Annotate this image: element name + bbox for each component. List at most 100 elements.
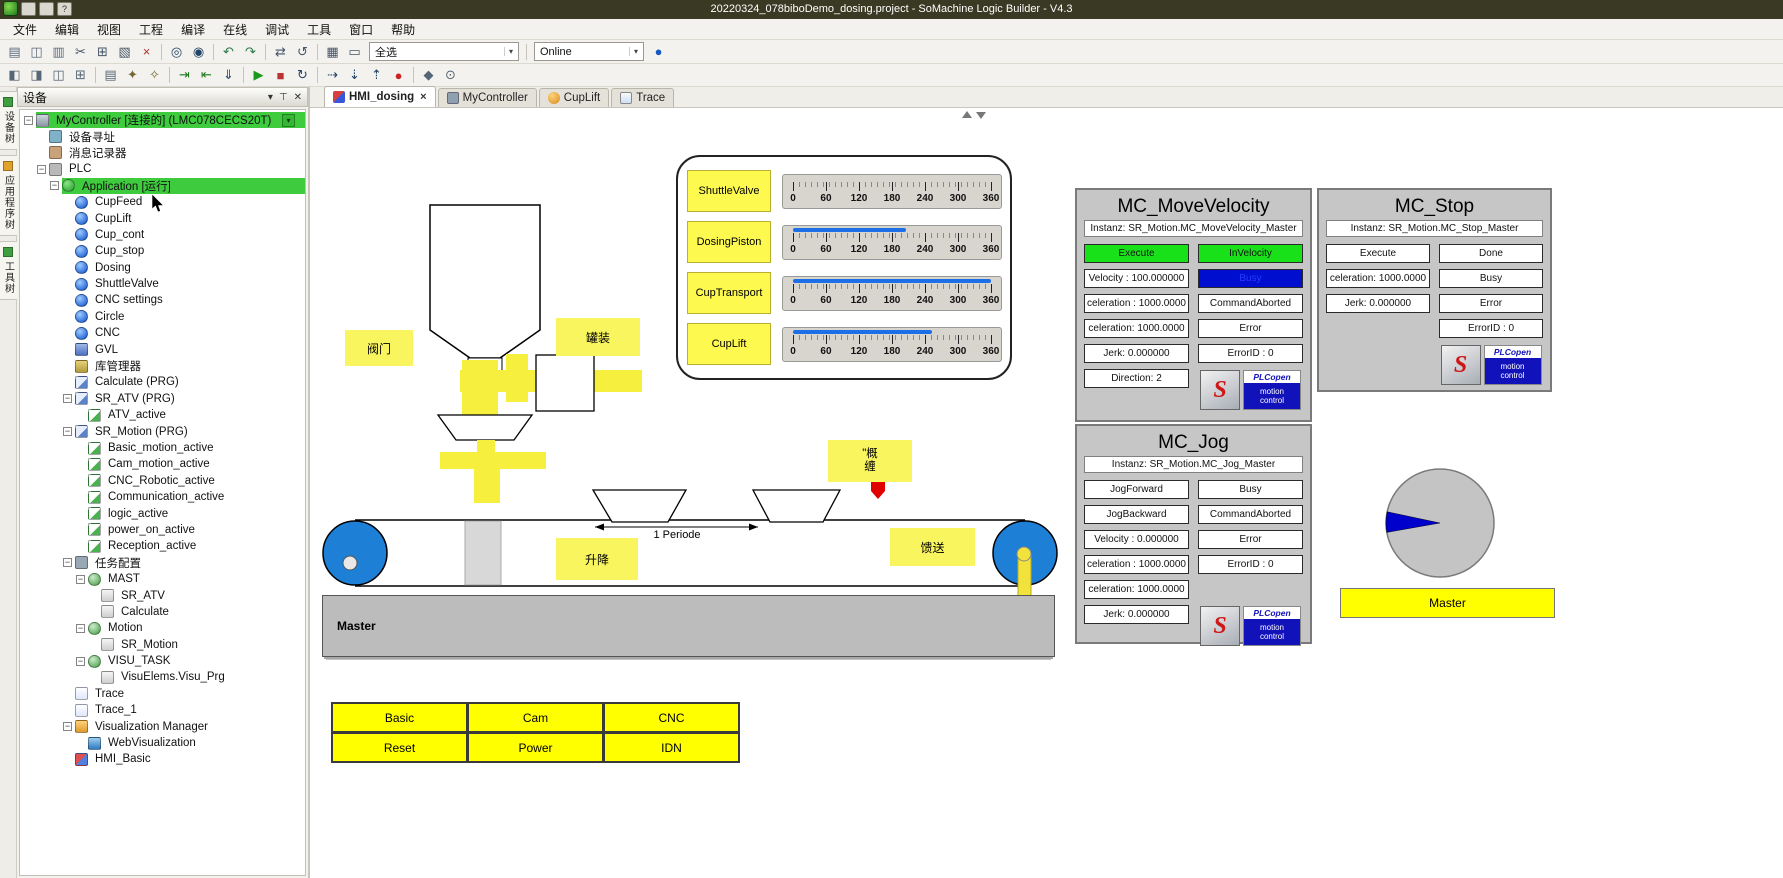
tree-row[interactable]: SR_Motion [20,637,305,653]
messages-icon[interactable]: ▤ [100,65,121,85]
fb-cell[interactable]: Busy [1198,269,1303,288]
tree-node[interactable]: ATV_active [88,407,305,423]
tree-row[interactable]: CNC_Robotic_active [20,473,305,489]
menu-item[interactable]: 帮助 [382,19,424,40]
side-tab-应用程序树[interactable]: 应用程序树 [0,155,18,236]
build-icon[interactable]: ✦ [122,65,143,85]
tree-node[interactable]: 任务配置 [75,555,305,571]
fb-cell[interactable]: JogForward [1084,480,1189,499]
tree-node[interactable]: SR_Motion [101,637,305,653]
tree-row[interactable]: Cup_cont [20,227,305,243]
tree-node[interactable]: CupFeed [75,194,305,210]
titlebar-save-icon[interactable] [21,2,36,16]
compare-icon[interactable]: ⇄ [270,42,291,62]
tab-close-icon[interactable]: × [420,91,426,103]
fb-cell[interactable]: Done [1439,244,1543,263]
slider-label-button[interactable]: DosingPiston [687,221,771,263]
tree-expander-icon[interactable]: − [76,575,85,584]
tree-expander-icon[interactable]: − [63,394,72,403]
tree-node[interactable]: Calculate [101,604,305,620]
tree-node[interactable]: PLC [49,161,305,177]
online-status-icon[interactable]: ● [648,42,669,62]
idn-button[interactable]: IDN [603,732,740,763]
fb-cell[interactable]: Direction: 2 [1084,369,1189,388]
fb-cell[interactable]: JogBackward [1084,505,1189,524]
tree-node[interactable]: CNC_Robotic_active [88,473,305,489]
tree-row[interactable]: −Application [运行] [20,178,305,194]
tree-node[interactable]: Application [运行] [62,178,305,194]
side-tab-设备树[interactable]: 设备树 [0,91,18,150]
copy-icon[interactable]: ⊞ [92,42,113,62]
tab-MyController[interactable]: MyController [438,88,537,107]
tree-node[interactable]: Reception_active [88,538,305,554]
fb-cell[interactable]: Velocity : 100.000000 [1084,269,1189,288]
panel-menu-icon[interactable]: ▾ [268,92,273,103]
tree-row[interactable]: ShuttleValve [20,276,305,292]
tree-node[interactable]: VISU_TASK [88,653,305,669]
login-icon[interactable]: ⇥ [174,65,195,85]
menu-item[interactable]: 工程 [130,19,172,40]
fb-cell[interactable]: CommandAborted [1198,294,1303,313]
pin-icon[interactable]: ⊤ [279,92,288,103]
tree-row[interactable]: −SR_Motion (PRG) [20,423,305,439]
tree-expander-icon[interactable]: − [50,181,59,190]
side-tab-工具树[interactable]: 工具树 [0,241,18,300]
tree-row[interactable]: HMI_Basic [20,751,305,767]
slider-label-button[interactable]: CupLift [687,323,771,365]
device-monitor-icon[interactable]: ▭ [344,42,365,62]
tree-row[interactable]: Cam_motion_active [20,456,305,472]
tree-node[interactable]: 设备寻址 [49,128,305,144]
tab-CupLift[interactable]: CupLift [539,88,609,107]
tree-row[interactable]: Trace [20,686,305,702]
fb-cell[interactable]: Jerk: 0.000000 [1326,294,1430,313]
cut-icon[interactable]: ✂ [70,42,91,62]
tree-row[interactable]: Calculate (PRG) [20,374,305,390]
tree-row[interactable]: −任务配置 [20,555,305,571]
tree-expander-icon[interactable]: − [63,722,72,731]
redo-icon[interactable]: ↷ [240,42,261,62]
tree-row[interactable]: logic_active [20,505,305,521]
fb-cell[interactable]: Jerk: 0.000000 [1084,344,1189,363]
slider-scale[interactable]: 060120180240300360 [782,327,1002,362]
tree-expander-icon[interactable]: − [76,624,85,633]
watch-grid-icon[interactable]: ▦ [322,42,343,62]
tree-row[interactable]: GVL [20,341,305,357]
fb-cell[interactable]: Jerk: 0.000000 [1084,605,1189,624]
tree-node[interactable]: Circle [75,309,305,325]
tree-node[interactable]: Trace [75,686,305,702]
fb-cell[interactable]: Busy [1439,269,1543,288]
fb-cell[interactable]: ErrorID : 0 [1198,555,1303,574]
tree-row[interactable]: −MAST [20,571,305,587]
tree-node[interactable]: SR_ATV [101,587,305,603]
tree-node[interactable]: MyController [连接的] (LMC078CECS20T)▾ [36,112,305,128]
step-over-icon[interactable]: ⇢ [322,65,343,85]
scroll-up-icon[interactable] [962,111,972,118]
cam-button[interactable]: Cam [467,702,604,733]
tree-row[interactable]: Dosing [20,260,305,276]
menu-item[interactable]: 调试 [256,19,298,40]
logout-icon[interactable]: ⇤ [196,65,217,85]
tree-row[interactable]: 设备寻址 [20,128,305,144]
tree-row[interactable]: −VISU_TASK [20,653,305,669]
tree-node[interactable]: Visualization Manager [75,718,305,734]
power-button[interactable]: Power [467,732,604,763]
flow-control-icon[interactable]: ⊙ [440,65,461,85]
tree-row[interactable]: 消息记录器 [20,145,305,161]
tree-row[interactable]: Communication_active [20,489,305,505]
tree-expander-icon[interactable]: − [63,427,72,436]
rebuild-icon[interactable]: ✧ [144,65,165,85]
tree-expander-icon[interactable]: − [37,165,46,174]
tree-node[interactable]: Motion [88,620,305,636]
window-left-icon[interactable]: ◧ [4,65,25,85]
tree-node[interactable]: SR_ATV (PRG) [75,391,305,407]
slider-label-button[interactable]: ShuttleValve [687,170,771,212]
window-right-icon[interactable]: ◨ [26,65,47,85]
tree-node[interactable]: HMI_Basic [75,751,305,767]
undo-icon[interactable]: ↶ [218,42,239,62]
fb-cell[interactable]: ErrorID : 0 [1439,319,1543,338]
tree-row[interactable]: power_on_active [20,522,305,538]
step-into-icon[interactable]: ⇣ [344,65,365,85]
reset-icon[interactable]: ◆ [418,65,439,85]
tree-node[interactable]: Cam_motion_active [88,456,305,472]
fb-cell[interactable]: celeration: 1000.0000 [1084,319,1189,338]
